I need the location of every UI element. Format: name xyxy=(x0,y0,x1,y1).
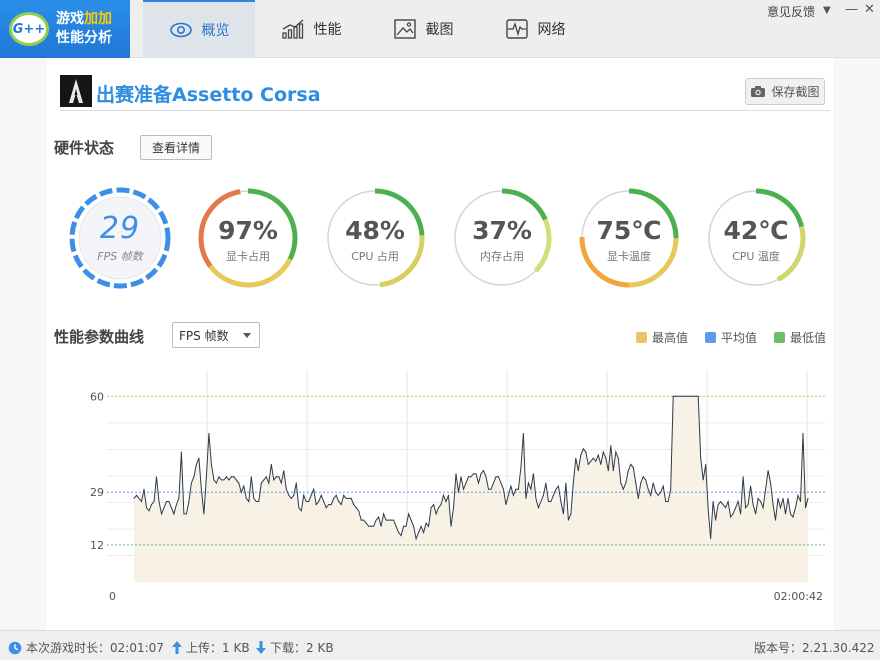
upload-stat: 上传：1 KB xyxy=(172,639,250,656)
feedback-link[interactable]: 意见反馈 xyxy=(767,3,815,20)
gpu-temp-value: 75℃ xyxy=(596,216,662,245)
curve-title: 性能参数曲线 xyxy=(54,328,145,346)
camera-icon xyxy=(751,86,766,97)
legend-avg-swatch xyxy=(705,332,716,343)
image-icon xyxy=(393,19,416,39)
fps-label: FPS 帧数 xyxy=(97,250,143,263)
arrow-up-icon xyxy=(172,641,182,654)
legend-min-label: 最低值 xyxy=(790,331,827,345)
save-screenshot-label: 保存截图 xyxy=(771,85,820,99)
memory-usage-label: 内存占用 xyxy=(480,250,524,263)
gpu-usage-value: 97% xyxy=(218,216,278,245)
gpu-temp-label: 显卡温度 xyxy=(607,250,651,263)
gpu-usage-label: 显卡占用 xyxy=(226,250,270,263)
status-bar: 本次游戏时长：02:01:07 上传：1 KB 下载：2 KB 版本号：2.21… xyxy=(0,630,880,660)
cpu-usage-value: 48% xyxy=(345,216,405,245)
tab-overview-label: 概览 xyxy=(201,23,230,39)
metric-select[interactable]: FPS 帧数 xyxy=(172,322,260,348)
legend-max-label: 最高值 xyxy=(652,331,689,345)
metric-select-value: FPS 帧数 xyxy=(179,328,229,343)
arrow-down-icon xyxy=(256,641,266,654)
tab-screenshot[interactable]: 截图 xyxy=(367,0,479,58)
clock-icon xyxy=(8,641,22,654)
pulse-icon xyxy=(505,19,528,39)
cpu-temp-value: 42℃ xyxy=(723,216,789,245)
cpu-usage-gauge: 48% CPU 占用 xyxy=(323,186,427,290)
cpu-usage-label: CPU 占用 xyxy=(351,250,399,263)
legend-max: 最高值 xyxy=(636,329,688,346)
cpu-temp-gauge: 42℃ CPU 温度 xyxy=(704,186,808,290)
version-text: 版本号：2.21.30.422 xyxy=(754,641,875,655)
legend-avg: 平均值 xyxy=(705,329,757,346)
chevron-down-icon xyxy=(243,333,251,338)
logo-line2: 性能分析 xyxy=(56,30,112,46)
eye-icon xyxy=(169,22,192,38)
main-nav: 概览 性能 截图 网络 xyxy=(143,0,591,58)
logo-line1-a: 游戏 xyxy=(56,11,84,27)
top-bar: G++ 游戏加加 性能分析 概览 性能 截图 网络 意见反馈 ▼ — ✕ xyxy=(0,0,880,58)
legend-avg-label: 平均值 xyxy=(721,331,758,345)
play-duration-text: 本次游戏时长：02:01:07 xyxy=(26,641,164,655)
gpu-usage-gauge: 97% 显卡占用 xyxy=(196,186,300,290)
tab-overview[interactable]: 概览 xyxy=(143,0,255,58)
logo-mark: G++ xyxy=(12,21,46,37)
version-info: 版本号：2.21.30.422 xyxy=(754,639,875,656)
tab-network-label: 网络 xyxy=(537,22,566,38)
legend-max-swatch xyxy=(636,332,647,343)
memory-usage-gauge: 37% 内存占用 xyxy=(450,186,554,290)
tab-screenshot-label: 截图 xyxy=(425,22,454,38)
menu-dropdown-icon[interactable]: ▼ xyxy=(823,5,831,16)
upload-text: 上传：1 KB xyxy=(186,641,250,655)
gpu-temp-gauge: 75℃ 显卡温度 xyxy=(577,186,681,290)
game-title: 出赛准备Assetto Corsa xyxy=(96,84,321,106)
fps-value: 29 xyxy=(99,211,141,246)
close-button[interactable]: ✕ xyxy=(864,2,875,17)
legend-min: 最低值 xyxy=(774,329,826,346)
app-logo: G++ 游戏加加 性能分析 xyxy=(0,0,130,58)
play-duration: 本次游戏时长：02:01:07 xyxy=(8,639,164,656)
save-screenshot-button[interactable]: 保存截图 xyxy=(745,78,825,105)
view-details-button[interactable]: 查看详情 xyxy=(140,135,212,160)
game-header: 出赛准备Assetto Corsa 保存截图 xyxy=(60,75,830,111)
cpu-temp-label: CPU 温度 xyxy=(732,250,780,263)
download-text: 下载：2 KB xyxy=(270,641,334,655)
bar-chart-icon xyxy=(281,19,303,39)
tab-network[interactable]: 网络 xyxy=(479,0,591,58)
download-stat: 下载：2 KB xyxy=(256,639,334,656)
legend-min-swatch xyxy=(774,332,785,343)
hardware-status-title: 硬件状态 xyxy=(54,139,115,157)
logo-line1-b: 加加 xyxy=(84,11,112,27)
memory-usage-value: 37% xyxy=(472,216,532,245)
logo-badge: G++ xyxy=(9,12,49,46)
tab-performance[interactable]: 性能 xyxy=(255,0,367,58)
fps-gauge: 29 FPS 帧数 xyxy=(68,186,172,290)
assassin-logo-icon xyxy=(60,75,92,107)
minimize-button[interactable]: — xyxy=(845,2,858,17)
tab-performance-label: 性能 xyxy=(313,22,342,38)
logo-text: 游戏加加 性能分析 xyxy=(56,10,128,48)
